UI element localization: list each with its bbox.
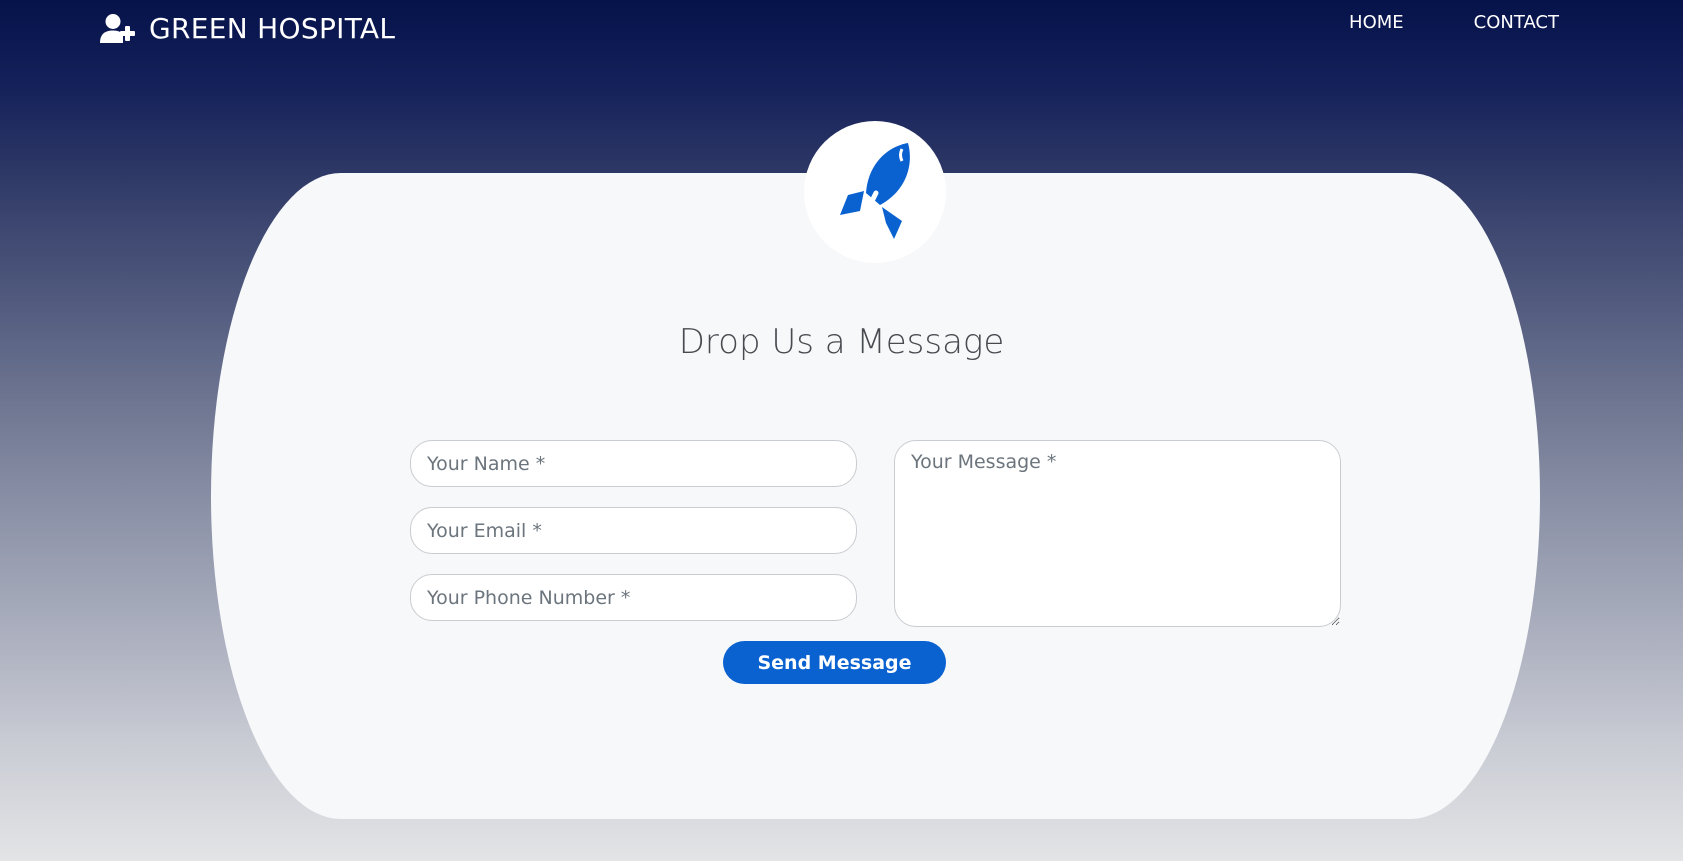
rocket-icon xyxy=(830,135,920,249)
name-input[interactable] xyxy=(410,440,857,487)
brand[interactable]: GREEN HOSPITAL xyxy=(100,12,395,45)
top-navbar: GREEN HOSPITAL HOME CONTACT xyxy=(0,0,1683,62)
phone-input[interactable] xyxy=(410,574,857,621)
rocket-badge xyxy=(804,121,946,263)
brand-name: GREEN HOSPITAL xyxy=(149,12,396,45)
send-message-button[interactable]: Send Message xyxy=(723,641,946,684)
main-nav: HOME CONTACT xyxy=(1349,12,1559,33)
user-plus-icon xyxy=(100,13,136,45)
nav-home-link[interactable]: HOME xyxy=(1349,12,1404,33)
message-textarea[interactable] xyxy=(894,440,1341,627)
email-input[interactable] xyxy=(410,507,857,554)
form-title: Drop Us a Message xyxy=(678,322,1005,362)
nav-contact-link[interactable]: CONTACT xyxy=(1474,12,1559,33)
